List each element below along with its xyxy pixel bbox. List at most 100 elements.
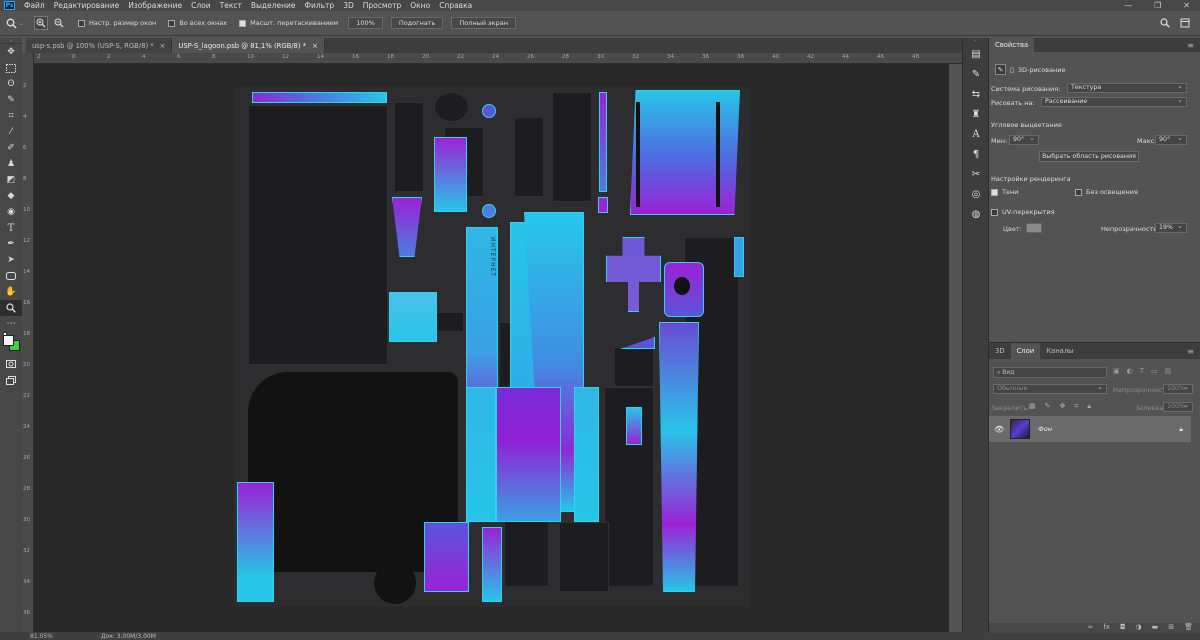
foreground-color-swatch[interactable] bbox=[3, 335, 14, 346]
tab-usp-s-lagoon[interactable]: USP-S_lagoon.psb @ 81,1% (RGB/8) * × bbox=[172, 38, 325, 53]
horizontal-ruler[interactable]: 2 0 2 4 6 8 10 12 14 16 18 20 22 24 26 28 30 32 34 36 38 40 42… bbox=[34, 53, 962, 64]
clone-source-icon[interactable]: ♜ bbox=[963, 104, 989, 124]
materials-icon[interactable]: ◍ bbox=[963, 204, 989, 224]
fill-screen-button[interactable]: Полный экран bbox=[451, 17, 516, 29]
menu-file[interactable]: Файл bbox=[24, 1, 45, 10]
no-light-checkbox[interactable] bbox=[1075, 188, 1082, 196]
zoom-100-button[interactable]: 100% bbox=[348, 17, 383, 29]
marquee-tool-icon[interactable] bbox=[0, 60, 22, 76]
menu-filter[interactable]: Фильтр bbox=[305, 1, 335, 10]
screen-mode-icon[interactable] bbox=[0, 372, 22, 388]
tab-channels[interactable]: Каналы bbox=[1040, 343, 1079, 359]
menu-help[interactable]: Справка bbox=[439, 1, 472, 10]
menu-type[interactable]: Текст bbox=[220, 1, 242, 10]
pen-tool-icon[interactable]: ✒ bbox=[0, 236, 22, 252]
min-angle-field[interactable]: 90° bbox=[1009, 134, 1039, 145]
brush-settings-icon[interactable]: ✎ bbox=[963, 64, 989, 84]
max-angle-field[interactable]: 90° bbox=[1155, 134, 1187, 145]
brush-tool-icon[interactable]: ✐ bbox=[0, 140, 22, 156]
crop-tool-icon[interactable]: ⌗ bbox=[0, 108, 22, 124]
scrubby-zoom-checkbox[interactable] bbox=[239, 19, 247, 27]
new-layer-icon[interactable]: ⊞ bbox=[1168, 623, 1174, 633]
3d-icon[interactable]: ◎ bbox=[963, 184, 989, 204]
lock-artboard-icon[interactable]: ⌗ bbox=[1074, 402, 1078, 411]
new-group-icon[interactable]: ▬ bbox=[1152, 623, 1159, 633]
opacity-field[interactable]: 100% bbox=[1163, 383, 1193, 394]
hand-tool-icon[interactable]: ✋ bbox=[0, 284, 22, 300]
blend-mode-select[interactable]: Обычные bbox=[993, 383, 1107, 394]
minimize-button[interactable]: — bbox=[1124, 0, 1132, 11]
resize-windows-checkbox[interactable] bbox=[78, 19, 86, 27]
menu-layers[interactable]: Слои bbox=[191, 1, 211, 10]
tab-usp-s[interactable]: usp-s.psb @ 100% (USP-S, RGB/8) * × bbox=[26, 38, 173, 53]
tab-layers[interactable]: Слои bbox=[1010, 343, 1041, 359]
character-icon[interactable]: A bbox=[963, 124, 989, 144]
type-tool-icon[interactable]: T bbox=[0, 220, 22, 236]
eraser-tool-icon[interactable]: ◩ bbox=[0, 172, 22, 188]
move-tool-icon[interactable]: ✥ bbox=[0, 44, 22, 60]
fill-field[interactable]: 100% bbox=[1163, 401, 1193, 412]
workspace-icon[interactable] bbox=[1180, 18, 1190, 28]
quick-select-tool-icon[interactable]: ✎ bbox=[0, 92, 22, 108]
paint-system-select[interactable]: Текстура bbox=[1067, 82, 1187, 93]
zoom-tool-preset-icon[interactable] bbox=[4, 16, 18, 30]
zoom-tool-icon[interactable] bbox=[0, 300, 22, 316]
adjustments-icon[interactable]: ⇆ bbox=[963, 84, 989, 104]
preset-chevron-icon[interactable]: ⌄ bbox=[19, 20, 24, 27]
filter-type-icon[interactable]: T bbox=[1140, 367, 1144, 375]
add-mask-icon[interactable]: ◘ bbox=[1120, 623, 1126, 633]
tab-3d[interactable]: 3D bbox=[989, 343, 1011, 359]
quick-mask-icon[interactable] bbox=[0, 356, 22, 372]
close-tab-icon[interactable]: × bbox=[160, 42, 166, 50]
menu-select[interactable]: Выделение bbox=[251, 1, 296, 10]
layer-row-background[interactable]: 👁︎ Фон 🔒︎ bbox=[989, 416, 1191, 442]
tools-settings-icon[interactable]: ✂ bbox=[963, 164, 989, 184]
tab-properties[interactable]: Свойства bbox=[989, 38, 1035, 52]
close-tab-icon[interactable]: × bbox=[312, 42, 318, 50]
visibility-eye-icon[interactable]: 👁︎ bbox=[994, 425, 1004, 434]
paragraph-icon[interactable]: ¶ bbox=[963, 144, 989, 164]
menu-image[interactable]: Изображение bbox=[128, 1, 182, 10]
shadows-checkbox[interactable] bbox=[991, 188, 998, 196]
zoom-out-icon[interactable] bbox=[52, 16, 66, 30]
layers-menu-icon[interactable]: ≡ bbox=[1187, 347, 1194, 356]
menu-window[interactable]: Окно bbox=[410, 1, 430, 10]
menu-3d[interactable]: 3D bbox=[343, 1, 354, 10]
filter-adjust-icon[interactable]: ◐ bbox=[1127, 367, 1133, 375]
adjustment-layer-icon[interactable]: ◑ bbox=[1136, 623, 1142, 633]
layer-name[interactable]: Фон bbox=[1038, 425, 1052, 433]
history-icon[interactable]: ▤ bbox=[963, 44, 989, 64]
fx-icon[interactable]: fx bbox=[1103, 623, 1110, 633]
select-paint-area-button[interactable]: Выбрать область рисования bbox=[1039, 151, 1139, 162]
filter-pixel-icon[interactable]: ▣ bbox=[1113, 367, 1120, 375]
lock-all-icon[interactable]: 🔒︎ bbox=[1087, 402, 1091, 411]
texture-canvas[interactable]: ИНТЕРНЕТ bbox=[234, 87, 750, 607]
menu-edit[interactable]: Редактирование bbox=[54, 1, 119, 10]
all-windows-checkbox[interactable] bbox=[168, 19, 176, 27]
eyedropper-tool-icon[interactable]: ⁄ bbox=[0, 124, 22, 140]
path-select-tool-icon[interactable]: ➤ bbox=[0, 252, 22, 268]
lasso-tool-icon[interactable]: ʘ bbox=[0, 76, 22, 92]
lock-position-icon[interactable]: ✥ bbox=[1060, 402, 1066, 411]
gradient-tool-icon[interactable]: ◆ bbox=[0, 188, 22, 204]
shape-tool-icon[interactable] bbox=[0, 268, 22, 284]
filter-shape-icon[interactable]: ▭ bbox=[1151, 367, 1158, 375]
restore-button[interactable]: ❐ bbox=[1154, 0, 1161, 11]
search-icon[interactable] bbox=[1160, 18, 1170, 28]
more-tools-icon[interactable]: ⋯ bbox=[0, 316, 22, 332]
paint-on-select[interactable]: Рассеивание bbox=[1041, 96, 1187, 107]
zoom-level[interactable]: 81,05% bbox=[30, 633, 53, 640]
dodge-tool-icon[interactable]: ◉ bbox=[0, 204, 22, 220]
stamp-tool-icon[interactable]: ♟ bbox=[0, 156, 22, 172]
close-window-button[interactable]: ✕ bbox=[1183, 0, 1190, 11]
menu-view[interactable]: Просмотр bbox=[363, 1, 402, 10]
uv-opacity-field[interactable]: 19% bbox=[1155, 222, 1187, 233]
lock-transparent-icon[interactable]: ▦ bbox=[1029, 402, 1036, 411]
uv-overlay-checkbox[interactable] bbox=[991, 208, 998, 216]
layer-filter-search[interactable]: ⌕ Вид bbox=[993, 367, 1107, 378]
link-layers-icon[interactable]: ∞ bbox=[1088, 623, 1094, 633]
zoom-in-icon[interactable] bbox=[34, 16, 49, 30]
fit-screen-button[interactable]: Подогнать bbox=[390, 17, 444, 29]
delete-layer-icon[interactable]: 🗑︎ bbox=[1184, 623, 1193, 633]
vertical-ruler[interactable]: 2 4 6 8 10 12 14 16 18 20 22 24 26 28 30 32 34 36 bbox=[22, 53, 34, 632]
